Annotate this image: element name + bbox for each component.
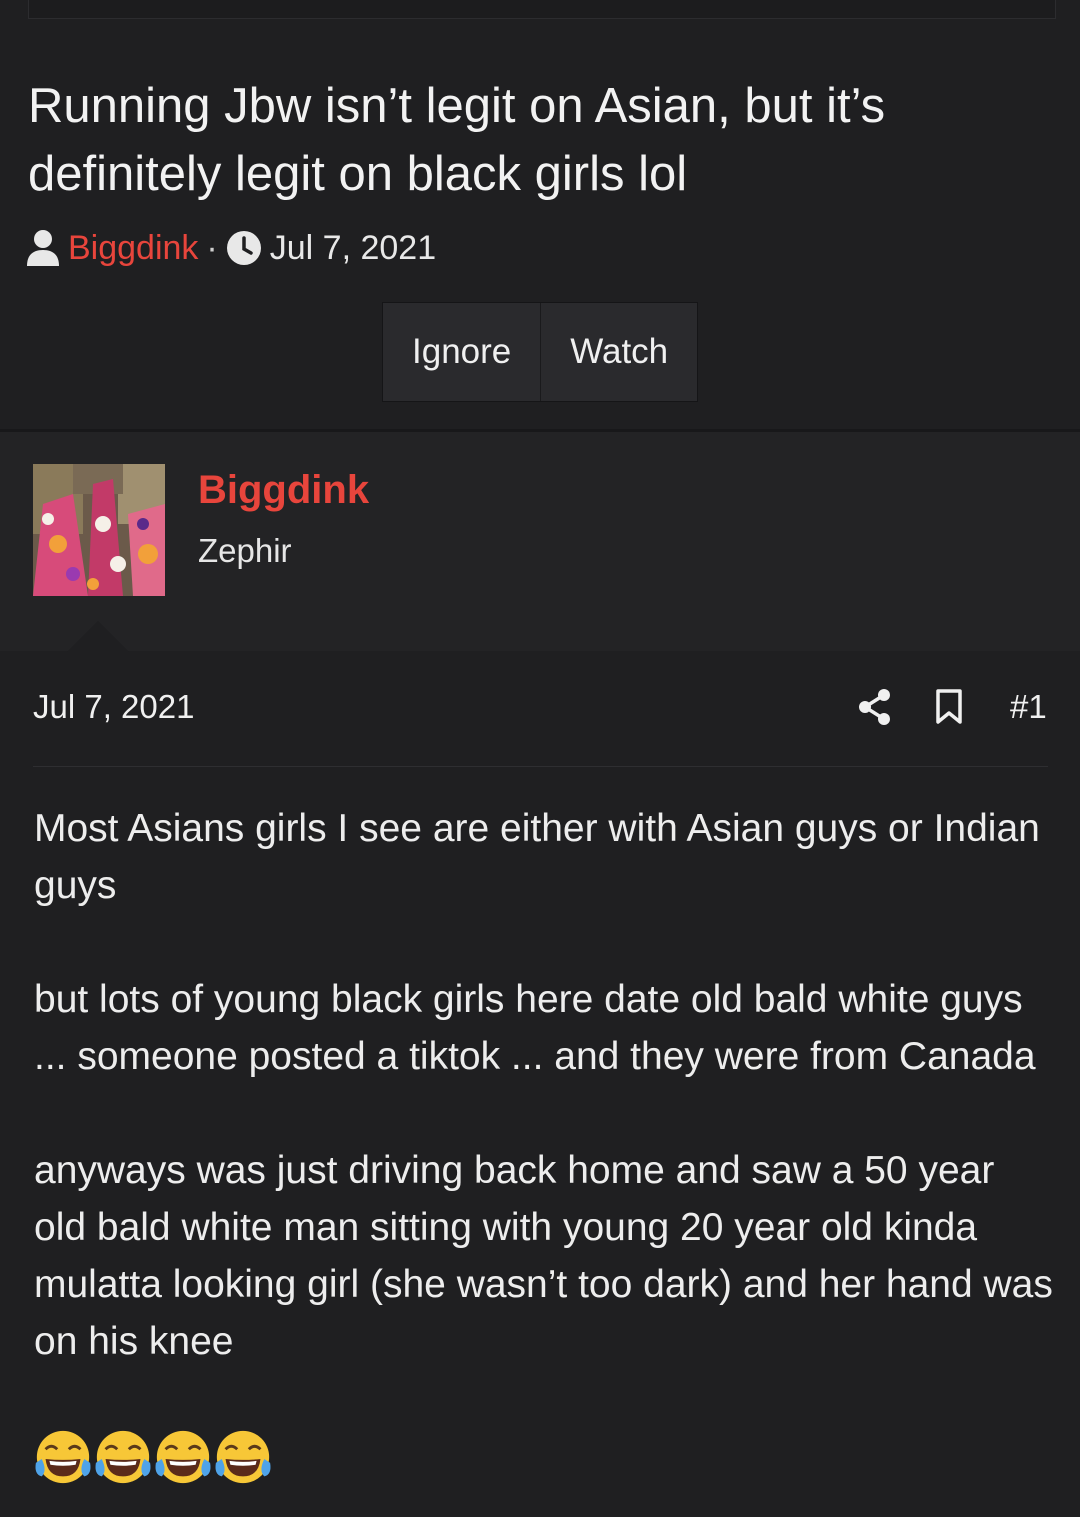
ignore-button[interactable]: Ignore	[383, 303, 541, 401]
post-paragraph: anyways was just driving back home and s…	[34, 1149, 1053, 1363]
avatar[interactable]	[33, 464, 165, 596]
post-paragraph: Most Asians girls I see are either with …	[34, 807, 1040, 907]
clock-icon	[226, 231, 261, 265]
message-pointer	[66, 621, 130, 653]
post-header-divider	[33, 766, 1048, 767]
post-username-link[interactable]: Biggdink	[198, 468, 369, 513]
post-date-link[interactable]: Jul 7, 2021	[33, 688, 194, 726]
emoji-row	[32, 1426, 272, 1490]
tears-of-joy-emoji-icon	[35, 1430, 91, 1484]
post-number-link[interactable]: #1	[1010, 688, 1047, 726]
thread-meta: Biggdink · Jul 7, 2021	[26, 226, 436, 270]
tears-of-joy-emoji-icon	[215, 1430, 271, 1484]
post-paragraph: but lots of young black girls here date …	[34, 978, 1036, 1078]
thread-author-link[interactable]: Biggdink	[68, 229, 198, 268]
top-bar-remnant	[28, 0, 1056, 19]
meta-separator: ·	[206, 228, 218, 267]
user-icon	[27, 230, 59, 266]
thread-page: Running Jbw isn’t legit on Asian, but it…	[0, 0, 1080, 1517]
watch-button[interactable]: Watch	[540, 303, 698, 401]
bookmark-icon[interactable]	[933, 689, 965, 725]
user-title: Zephir	[198, 532, 292, 569]
thread-action-buttons: Ignore Watch	[382, 302, 699, 402]
thread-title: Running Jbw isn’t legit on Asian, but it…	[28, 79, 886, 201]
share-icon[interactable]	[857, 688, 893, 726]
tears-of-joy-emoji-icon	[155, 1430, 211, 1484]
post-body: Most Asians girls I see are either with …	[34, 800, 1054, 1427]
tears-of-joy-emoji-icon	[95, 1430, 151, 1484]
avatar-image	[33, 464, 165, 596]
thread-date[interactable]: Jul 7, 2021	[270, 229, 436, 268]
post-user-block	[0, 432, 1080, 651]
